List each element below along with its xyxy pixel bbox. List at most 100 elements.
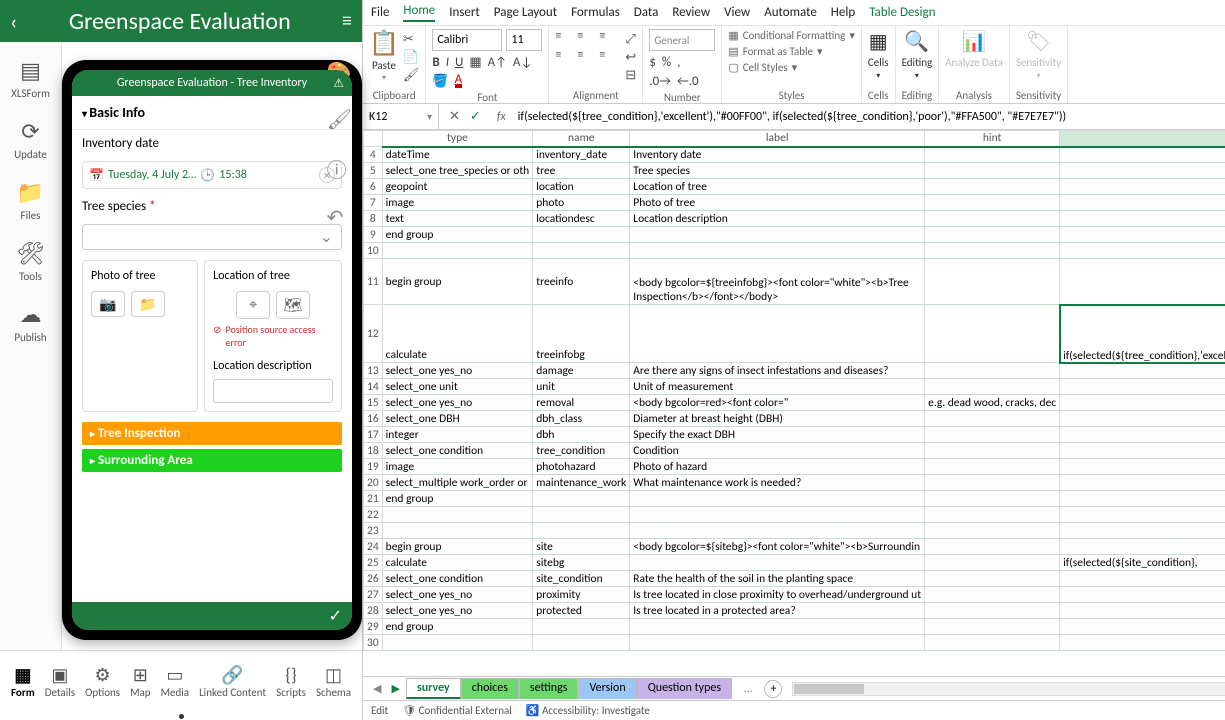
cell-5-2[interactable]: Tree species [630,163,925,179]
cell-30-0[interactable] [382,635,533,651]
row-header-8[interactable]: 8 [364,211,383,227]
cell-23-0[interactable] [382,523,533,539]
cell-30-3[interactable] [925,635,1060,651]
cell-14-2[interactable]: Unit of measurement [630,379,925,395]
row-header-20[interactable]: 20 [364,475,383,491]
row-header-17[interactable]: 17 [364,427,383,443]
cell-5-3[interactable] [925,163,1060,179]
select-all-corner[interactable] [364,131,383,147]
cell-26-1[interactable]: site_condition [533,571,630,587]
cell-25-3[interactable] [925,555,1060,571]
cell-8-1[interactable]: locationdesc [533,211,630,227]
cell-17-3[interactable] [925,427,1060,443]
orientation-icon[interactable]: ⤢ [625,32,636,47]
sheet-more[interactable]: … [734,680,762,698]
cell-21-3[interactable] [925,491,1060,507]
cell-6-0[interactable]: geopoint [382,179,533,195]
cell-6-4[interactable] [1060,179,1225,195]
paste-button[interactable]: 📋Paste▾ [369,29,399,83]
bottom-tab-schema[interactable]: ◫Schema [316,664,351,699]
sidebar-item-tools[interactable]: 🛠Tools [17,240,45,283]
bold-button[interactable]: B [432,55,439,70]
cell-16-2[interactable]: Diameter at breast height (DBH) [630,411,925,427]
cell-27-4[interactable] [1060,587,1225,603]
cell-6-3[interactable] [925,179,1060,195]
add-sheet-button[interactable]: + [764,680,782,698]
cell-6-1[interactable]: location [533,179,630,195]
number-format-select[interactable] [649,29,715,51]
cell-7-0[interactable]: image [382,195,533,211]
cell-22-4[interactable] [1060,507,1225,523]
cell-11-3[interactable] [925,259,1060,305]
grow-font-icon[interactable]: A↑ [488,55,507,70]
cell-21-2[interactable] [630,491,925,507]
cell-12-3[interactable] [925,305,1060,363]
alignment-grid[interactable]: ≡≡≡≡≡≡ [555,29,617,64]
enter-formula-icon[interactable]: ✓ [470,109,481,124]
comma-icon[interactable]: , [677,55,680,70]
cell-17-2[interactable]: Specify the exact DBH [630,427,925,443]
group-basic-info[interactable]: Basic Info [72,96,352,130]
row-header-5[interactable]: 5 [364,163,383,179]
cell-5-0[interactable]: select_one tree_species or oth [382,163,533,179]
row-header-18[interactable]: 18 [364,443,383,459]
column-header-name[interactable]: name [533,131,630,147]
hamburger-icon[interactable]: ≡ [342,9,352,33]
cell-9-1[interactable] [533,227,630,243]
cell-26-0[interactable]: select_one condition [382,571,533,587]
cell-30-1[interactable] [533,635,630,651]
name-box[interactable]: K12▾ [363,104,439,129]
cell-5-1[interactable]: tree [533,163,630,179]
row-header-26[interactable]: 26 [364,571,383,587]
cell-22-2[interactable] [630,507,925,523]
cell-23-2[interactable] [630,523,925,539]
warning-icon[interactable]: ⚠ [333,76,344,91]
cell-25-4[interactable]: if(selected(${site_condition}, [1060,555,1225,571]
cell-23-3[interactable] [925,523,1060,539]
cell-7-1[interactable]: photo [533,195,630,211]
ribbon-tab-file[interactable]: File [371,5,389,20]
row-header-27[interactable]: 27 [364,587,383,603]
fill-color-button[interactable]: 🪣 [432,74,448,89]
row-header-25[interactable]: 25 [364,555,383,571]
increase-decimal-icon[interactable]: .0→ [649,74,671,89]
cell-4-1[interactable]: inventory_date [533,147,630,163]
gps-button[interactable]: ⌖ [236,291,270,319]
cell-9-0[interactable]: end group [382,227,533,243]
cell-25-2[interactable] [630,555,925,571]
cell-29-1[interactable] [533,619,630,635]
cell-30-2[interactable] [630,635,925,651]
italic-button[interactable]: I [446,55,449,70]
section-tree-inspection[interactable]: Tree Inspection [82,422,342,445]
format-painter-icon[interactable]: 🖌 [403,68,420,83]
cell-29-2[interactable] [630,619,925,635]
cell-20-2[interactable]: What maintenance work is needed? [630,475,925,491]
cell-10-2[interactable] [630,243,925,259]
desc-input[interactable] [213,379,333,403]
cell-18-2[interactable]: Condition [630,443,925,459]
cell-15-2[interactable]: <body bgcolor=red><font color=" [630,395,925,411]
cell-29-3[interactable] [925,619,1060,635]
cell-4-0[interactable]: dateTime [382,147,533,163]
shrink-font-icon[interactable]: A↓ [513,55,532,70]
submit-check-icon[interactable]: ✓ [329,606,342,626]
cell-9-4[interactable] [1060,227,1225,243]
cell-7-3[interactable] [925,195,1060,211]
row-header-10[interactable]: 10 [364,243,383,259]
cell-25-1[interactable]: sitebg [533,555,630,571]
cell-11-2[interactable]: <body bgcolor=${treeinfobg}><font color=… [630,259,925,305]
cell-16-0[interactable]: select_one DBH [382,411,533,427]
spreadsheet-grid[interactable]: typenamelabelhintcalculation4dateTimeinv… [363,130,1225,676]
ribbon-tab-view[interactable]: View [724,5,750,20]
row-header-22[interactable]: 22 [364,507,383,523]
underline-button[interactable]: U [455,55,463,70]
cell-11-4[interactable] [1060,259,1225,305]
cell-10-1[interactable] [533,243,630,259]
cell-27-2[interactable]: Is tree located in close proximity to ov… [630,587,925,603]
cell-24-3[interactable] [925,539,1060,555]
cell-17-1[interactable]: dbh [533,427,630,443]
row-header-24[interactable]: 24 [364,539,383,555]
font-size-select[interactable] [506,29,542,51]
paint-icon[interactable]: 🖌 [327,107,352,132]
cell-29-4[interactable] [1060,619,1225,635]
